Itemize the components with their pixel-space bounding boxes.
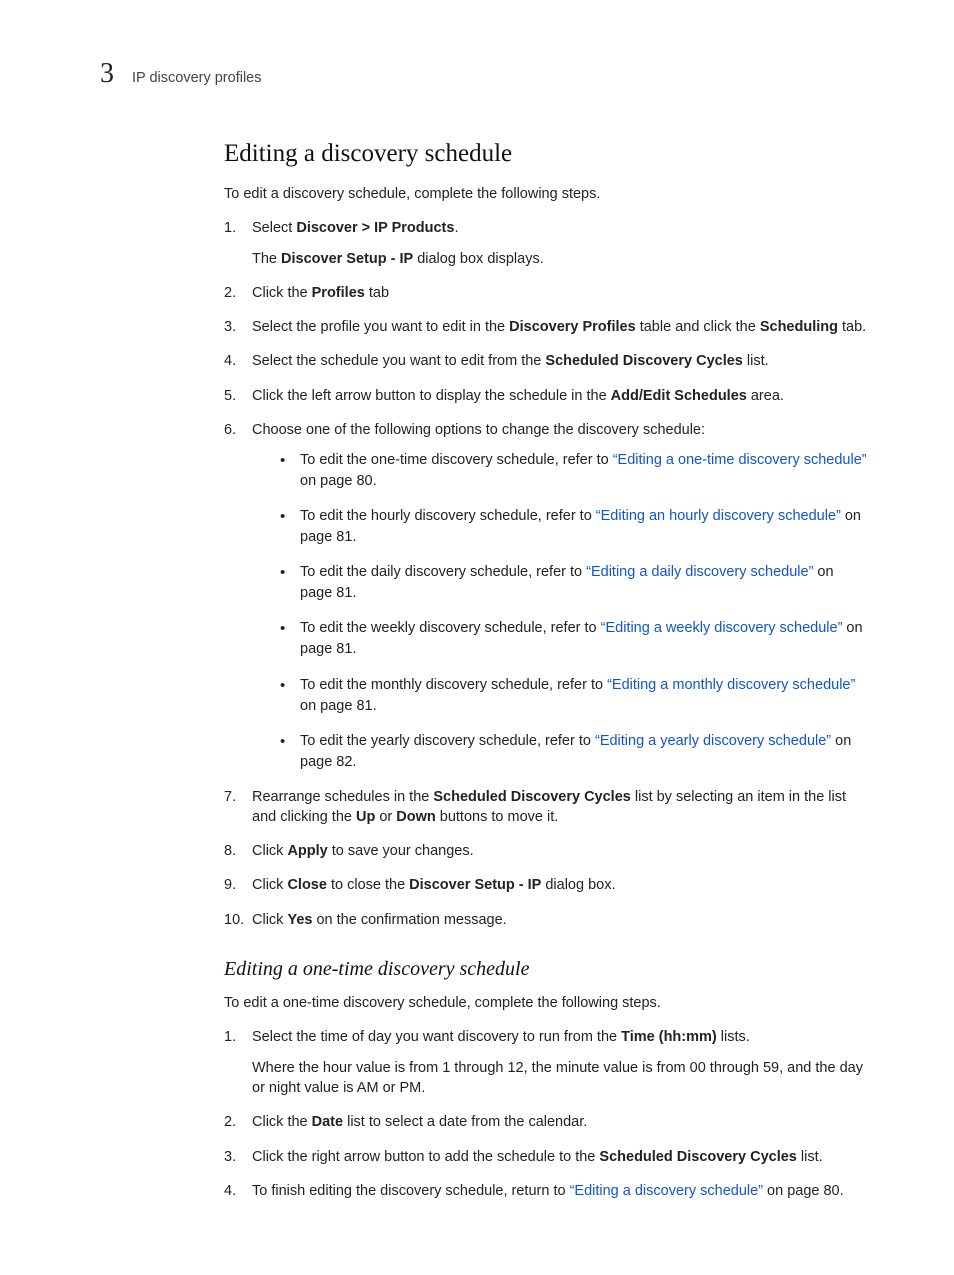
sub-bullets: To edit the one-time discovery schedule,… — [280, 450, 869, 772]
page: 3 IP discovery profiles Editing a discov… — [0, 0, 954, 1275]
text: on the confirmation message. — [312, 912, 506, 928]
bold-text: Scheduled Discovery Cycles — [545, 353, 742, 369]
step-3: Select the profile you want to edit in t… — [224, 317, 869, 337]
bold-text: Scheduling — [760, 319, 838, 335]
step-2: Click the Profiles tab — [224, 283, 869, 303]
link-onetime-schedule[interactable]: “Editing a one-time discovery schedule” — [613, 452, 867, 468]
text: tab. — [838, 319, 866, 335]
bold-text: Scheduled Discovery Cycles — [599, 1149, 796, 1165]
intro-text-2: To edit a one-time discovery schedule, c… — [224, 993, 869, 1013]
bold-text: Add/Edit Schedules — [611, 388, 747, 404]
text: to close the — [327, 877, 409, 893]
link-monthly-schedule[interactable]: “Editing a monthly discovery schedule” — [607, 677, 855, 693]
text: Click the left arrow button to display t… — [252, 388, 611, 404]
link-editing-discovery-schedule[interactable]: “Editing a discovery schedule” — [570, 1183, 763, 1199]
chapter-number: 3 — [100, 58, 114, 90]
step-4: Select the schedule you want to edit fro… — [224, 351, 869, 371]
text: Click the — [252, 285, 312, 301]
text: list to select a date from the calendar. — [343, 1114, 587, 1130]
step-9: Click Close to close the Discover Setup … — [224, 875, 869, 895]
bullet-daily: To edit the daily discovery schedule, re… — [280, 562, 869, 604]
subheading-onetime: Editing a one-time discovery schedule — [224, 958, 869, 981]
bold-text: Scheduled Discovery Cycles — [433, 789, 630, 805]
text: Click — [252, 877, 287, 893]
link-weekly-schedule[interactable]: “Editing a weekly discovery schedule” — [601, 620, 843, 636]
text: to save your changes. — [328, 843, 474, 859]
step-5: Click the left arrow button to display t… — [224, 386, 869, 406]
bold-text: Close — [287, 877, 327, 893]
bold-text: Discover > IP Products — [296, 220, 454, 236]
steps-list: Select Discover > IP Products. The Disco… — [224, 218, 869, 930]
text: on page 80. — [763, 1183, 844, 1199]
intro-text: To edit a discovery schedule, complete t… — [224, 184, 869, 204]
step-1: Select Discover > IP Products. The Disco… — [224, 218, 869, 269]
bold-text: Time (hh:mm) — [621, 1029, 717, 1045]
text: dialog box. — [541, 877, 615, 893]
text: buttons to move it. — [436, 809, 559, 825]
step-10: Click Yes on the confirmation message. — [224, 910, 869, 930]
text: table and click the — [636, 319, 760, 335]
link-daily-schedule[interactable]: “Editing a daily discovery schedule” — [586, 564, 813, 580]
text: Click the — [252, 1114, 312, 1130]
text: Rearrange schedules in the — [252, 789, 433, 805]
bold-text: Up — [356, 809, 375, 825]
text: Click the right arrow button to add the … — [252, 1149, 599, 1165]
bold-text: Date — [312, 1114, 343, 1130]
bold-text: Profiles — [312, 285, 365, 301]
text: To finish editing the discovery schedule… — [252, 1183, 570, 1199]
text: Select the time of day you want discover… — [252, 1029, 621, 1045]
text: dialog box displays. — [413, 251, 544, 267]
link-yearly-schedule[interactable]: “Editing a yearly discovery schedule” — [595, 733, 831, 749]
text: Select the schedule you want to edit fro… — [252, 353, 545, 369]
page-header: 3 IP discovery profiles — [100, 58, 869, 90]
bullet-weekly: To edit the weekly discovery schedule, r… — [280, 618, 869, 660]
text: The — [252, 251, 281, 267]
text: Click — [252, 912, 287, 928]
step2-1: Select the time of day you want discover… — [224, 1027, 869, 1098]
link-hourly-schedule[interactable]: “Editing an hourly discovery schedule” — [596, 508, 841, 524]
text: lists. — [717, 1029, 750, 1045]
text: To edit the daily discovery schedule, re… — [300, 564, 586, 580]
text: list. — [797, 1149, 823, 1165]
text: or — [375, 809, 396, 825]
step2-4: To finish editing the discovery schedule… — [224, 1181, 869, 1201]
bold-text: Discovery Profiles — [509, 319, 636, 335]
steps-list-2: Select the time of day you want discover… — [224, 1027, 869, 1201]
step-7: Rearrange schedules in the Scheduled Dis… — [224, 787, 869, 828]
text: list. — [743, 353, 769, 369]
step2-2: Click the Date list to select a date fro… — [224, 1112, 869, 1132]
text: Select — [252, 220, 296, 236]
text: To edit the monthly discovery schedule, … — [300, 677, 607, 693]
text: To edit the weekly discovery schedule, r… — [300, 620, 601, 636]
bold-text: Apply — [287, 843, 327, 859]
bullet-hourly: To edit the hourly discovery schedule, r… — [280, 506, 869, 548]
content-area: Editing a discovery schedule To edit a d… — [224, 140, 869, 1201]
text: area. — [747, 388, 784, 404]
text: To edit the hourly discovery schedule, r… — [300, 508, 596, 524]
bullet-yearly: To edit the yearly discovery schedule, r… — [280, 731, 869, 773]
bold-text: Discover Setup - IP — [281, 251, 413, 267]
step-6: Choose one of the following options to c… — [224, 420, 869, 772]
text: on page 81. — [300, 698, 377, 714]
text: tab — [365, 285, 389, 301]
text: Where the hour value is from 1 through 1… — [252, 1058, 869, 1099]
text: Select the profile you want to edit in t… — [252, 319, 509, 335]
bold-text: Down — [396, 809, 435, 825]
heading-editing-discovery-schedule: Editing a discovery schedule — [224, 140, 869, 168]
text: To edit the yearly discovery schedule, r… — [300, 733, 595, 749]
text: Choose one of the following options to c… — [252, 420, 869, 440]
section-label: IP discovery profiles — [132, 70, 261, 86]
text: on page 80. — [300, 473, 377, 489]
text: To edit the one-time discovery schedule,… — [300, 452, 613, 468]
text: Click — [252, 843, 287, 859]
bullet-monthly: To edit the monthly discovery schedule, … — [280, 675, 869, 717]
bold-text: Yes — [287, 912, 312, 928]
step2-3: Click the right arrow button to add the … — [224, 1147, 869, 1167]
bullet-onetime: To edit the one-time discovery schedule,… — [280, 450, 869, 492]
bold-text: Discover Setup - IP — [409, 877, 541, 893]
step-8: Click Apply to save your changes. — [224, 841, 869, 861]
text: . — [454, 220, 458, 236]
